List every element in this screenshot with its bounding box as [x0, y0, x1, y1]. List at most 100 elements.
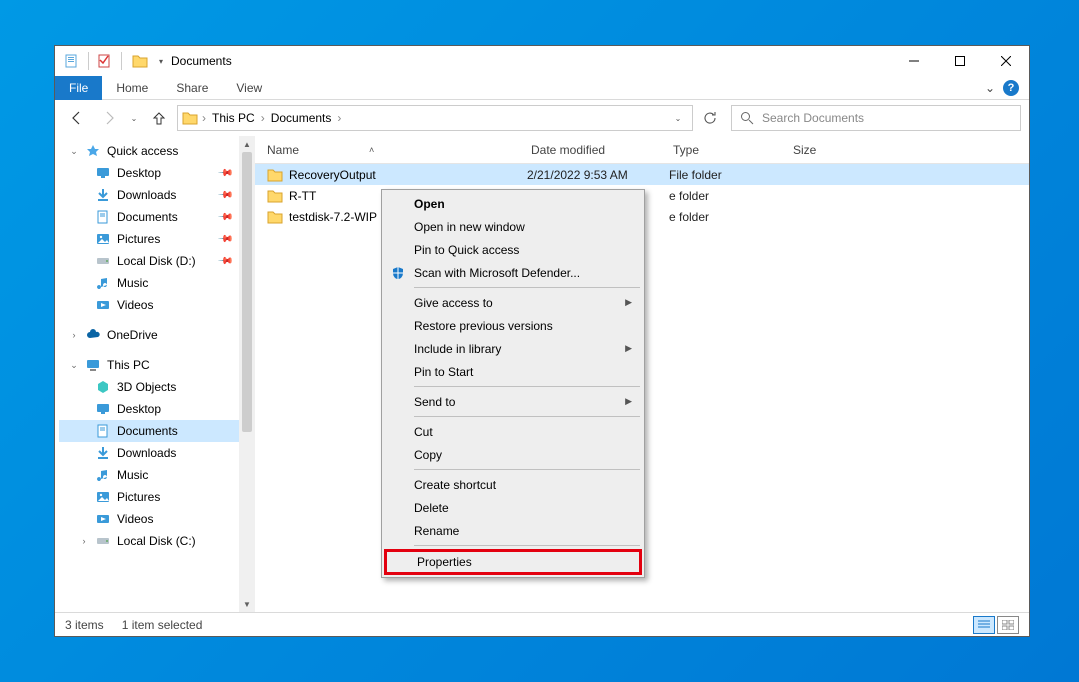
- sidebar-item-local-disk-c[interactable]: ›Local Disk (C:): [59, 530, 255, 552]
- tab-file[interactable]: File: [55, 76, 102, 100]
- sidebar-item-documents[interactable]: Documents📌: [59, 206, 255, 228]
- qat-separator: [121, 52, 122, 70]
- chevron-right-icon: ▶: [625, 297, 632, 308]
- address-bar[interactable]: › This PC › Documents › ⌄: [177, 105, 693, 131]
- properties-qat-icon[interactable]: [61, 50, 83, 72]
- tab-share[interactable]: Share: [162, 76, 222, 100]
- sidebar-item-pictures-pc[interactable]: Pictures: [59, 486, 255, 508]
- ctx-separator: [414, 386, 640, 387]
- back-button[interactable]: [63, 104, 91, 132]
- pictures-icon: [95, 489, 111, 505]
- help-icon[interactable]: ?: [1003, 80, 1019, 96]
- ctx-give-access[interactable]: Give access to▶: [384, 291, 642, 314]
- ctx-include-library[interactable]: Include in library▶: [384, 337, 642, 360]
- forward-button[interactable]: [95, 104, 123, 132]
- ctx-separator: [414, 469, 640, 470]
- navbar: ⌄ › This PC › Documents › ⌄ Search Docum…: [55, 100, 1029, 136]
- ctx-create-shortcut[interactable]: Create shortcut: [384, 473, 642, 496]
- ctx-open[interactable]: Open: [384, 192, 642, 215]
- folder-title-icon: [131, 52, 149, 70]
- desktop-icon: [95, 401, 111, 417]
- music-icon: [95, 467, 111, 483]
- 3d-icon: [95, 379, 111, 395]
- pin-icon: 📌: [216, 231, 233, 248]
- sort-indicator-icon: ˄: [369, 145, 374, 155]
- large-icons-view-icon[interactable]: [997, 616, 1019, 634]
- tab-home[interactable]: Home: [102, 76, 162, 100]
- ctx-restore-versions[interactable]: Restore previous versions: [384, 314, 642, 337]
- ctx-cut[interactable]: Cut: [384, 420, 642, 443]
- ctx-open-new-window[interactable]: Open in new window: [384, 215, 642, 238]
- desktop-icon: [95, 165, 111, 181]
- minimize-button[interactable]: [891, 46, 937, 76]
- sidebar-quick-access[interactable]: ⌄Quick access: [59, 140, 255, 162]
- ctx-send-to[interactable]: Send to▶: [384, 390, 642, 413]
- ctx-copy[interactable]: Copy: [384, 443, 642, 466]
- crumb-sep-icon[interactable]: ›: [202, 111, 206, 125]
- window-title: Documents: [171, 54, 232, 68]
- scroll-thumb[interactable]: [242, 152, 252, 432]
- sidebar-this-pc[interactable]: ⌄This PC: [59, 354, 255, 376]
- search-icon: [740, 111, 754, 125]
- sidebar-item-videos-pc[interactable]: Videos: [59, 508, 255, 530]
- ctx-rename[interactable]: Rename: [384, 519, 642, 542]
- folder-icon: [267, 209, 283, 225]
- sidebar-item-music[interactable]: Music: [59, 272, 255, 294]
- chevron-right-icon: ▶: [625, 343, 632, 354]
- ctx-pin-quick-access[interactable]: Pin to Quick access: [384, 238, 642, 261]
- pin-icon: 📌: [216, 209, 233, 226]
- up-button[interactable]: [145, 104, 173, 132]
- search-placeholder: Search Documents: [762, 111, 864, 125]
- titlebar: ▾ Documents: [55, 46, 1029, 76]
- details-view-icon[interactable]: [973, 616, 995, 634]
- maximize-button[interactable]: [937, 46, 983, 76]
- sidebar-item-local-disk-d[interactable]: Local Disk (D:)📌: [59, 250, 255, 272]
- sidebar-item-downloads-pc[interactable]: Downloads: [59, 442, 255, 464]
- ctx-pin-start[interactable]: Pin to Start: [384, 360, 642, 383]
- crumb-sep-icon[interactable]: ›: [337, 111, 341, 125]
- tab-view[interactable]: View: [222, 76, 276, 100]
- ribbon-tabs: File Home Share View ⌄ ?: [55, 76, 1029, 100]
- breadcrumb-documents[interactable]: Documents: [267, 111, 336, 125]
- address-dropdown-icon[interactable]: ⌄: [666, 106, 690, 130]
- sidebar-item-desktop[interactable]: Desktop📌: [59, 162, 255, 184]
- search-input[interactable]: Search Documents: [731, 105, 1021, 131]
- sidebar-item-desktop-pc[interactable]: Desktop: [59, 398, 255, 420]
- sidebar-item-music-pc[interactable]: Music: [59, 464, 255, 486]
- refresh-button[interactable]: [697, 105, 723, 131]
- sidebar-item-videos[interactable]: Videos: [59, 294, 255, 316]
- ctx-delete[interactable]: Delete: [384, 496, 642, 519]
- qat-dropdown-icon[interactable]: ▾: [155, 50, 167, 72]
- pin-icon: 📌: [216, 187, 233, 204]
- new-folder-qat-icon[interactable]: [94, 50, 116, 72]
- ctx-scan-defender[interactable]: Scan with Microsoft Defender...: [384, 261, 642, 284]
- pin-icon: 📌: [216, 165, 233, 182]
- column-size[interactable]: Size: [781, 136, 861, 163]
- crumb-sep-icon[interactable]: ›: [261, 111, 265, 125]
- shield-icon: [390, 265, 406, 281]
- window-controls: [891, 46, 1029, 76]
- ctx-separator: [414, 545, 640, 546]
- breadcrumb-thispc[interactable]: This PC: [208, 111, 259, 125]
- sidebar-item-documents-pc[interactable]: Documents: [59, 420, 255, 442]
- star-icon: [85, 143, 101, 159]
- column-name[interactable]: Name˄: [255, 136, 519, 163]
- ctx-separator: [414, 416, 640, 417]
- ribbon-expand-icon[interactable]: ⌄: [985, 81, 995, 95]
- sidebar-scrollbar[interactable]: ▲ ▼: [239, 136, 255, 612]
- status-item-count: 3 items: [65, 618, 104, 632]
- column-type[interactable]: Type: [661, 136, 781, 163]
- sidebar-item-downloads[interactable]: Downloads📌: [59, 184, 255, 206]
- close-button[interactable]: [983, 46, 1029, 76]
- file-row-recoveryoutput[interactable]: RecoveryOutput 2/21/2022 9:53 AM File fo…: [255, 164, 1029, 185]
- sidebar-onedrive[interactable]: ›OneDrive: [59, 324, 255, 346]
- scroll-down-icon[interactable]: ▼: [239, 596, 255, 612]
- recent-dropdown-icon[interactable]: ⌄: [127, 104, 141, 132]
- column-date[interactable]: Date modified: [519, 136, 661, 163]
- chevron-right-icon: ▶: [625, 396, 632, 407]
- nav-pane: ⌄Quick access Desktop📌 Downloads📌 Docume…: [55, 136, 255, 612]
- ctx-properties[interactable]: Properties: [384, 549, 642, 575]
- scroll-up-icon[interactable]: ▲: [239, 136, 255, 152]
- sidebar-item-3d-objects[interactable]: 3D Objects: [59, 376, 255, 398]
- sidebar-item-pictures[interactable]: Pictures📌: [59, 228, 255, 250]
